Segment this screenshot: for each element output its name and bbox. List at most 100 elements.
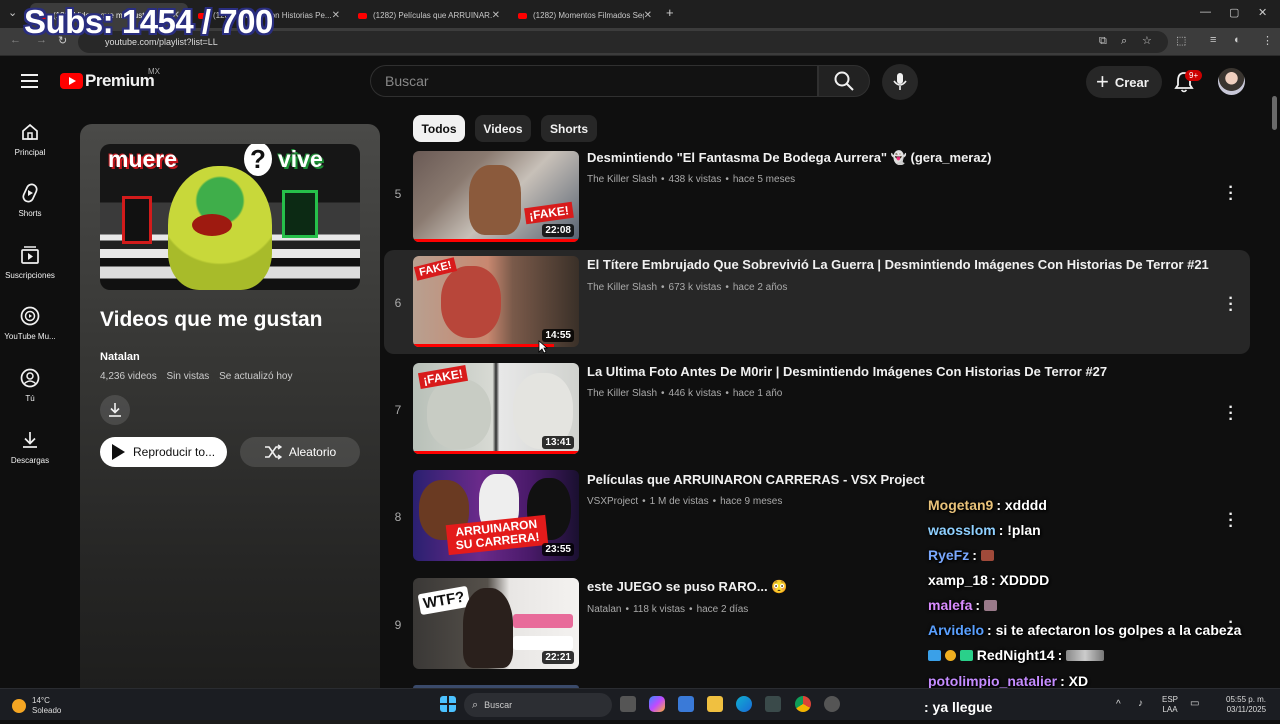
- chip-shorts[interactable]: Shorts: [541, 115, 597, 142]
- close-tab-icon[interactable]: ✕: [644, 10, 652, 21]
- more-options-icon[interactable]: · · ·: [1224, 291, 1238, 319]
- more-options-icon[interactable]: · · ·: [1224, 507, 1238, 535]
- shuffle-icon: [264, 444, 282, 460]
- sidebar-item-suscripciones[interactable]: Suscripciones: [0, 245, 60, 280]
- clock[interactable]: 05:55 p. m. 03/11/2025: [1226, 695, 1266, 715]
- shuffle-button[interactable]: Aleatorio: [240, 437, 360, 467]
- search-button[interactable]: [818, 65, 870, 97]
- video-title[interactable]: Películas que ARRUINARON CARRERAS - VSX …: [587, 472, 925, 487]
- sidebar-item-descargas[interactable]: Descargas: [0, 430, 60, 465]
- video-title[interactable]: La Ultima Foto Antes De M0rir | Desminti…: [587, 364, 1107, 379]
- obs-icon[interactable]: [824, 696, 840, 712]
- chat-text: : XDDDD: [990, 572, 1050, 588]
- more-options-icon[interactable]: · · ·: [1224, 180, 1238, 208]
- profile-icon[interactable]: ◐: [1234, 34, 1241, 46]
- play-all-button[interactable]: Reproducir to...: [100, 437, 227, 467]
- copilot-icon[interactable]: [649, 696, 665, 712]
- chat-username: RyeFz: [928, 547, 970, 563]
- video-row[interactable]: 6 FAKE! 14:55 El Títere Embrujado Que So…: [384, 250, 1250, 354]
- close-tab-icon[interactable]: ✕: [492, 10, 500, 21]
- mic-tray-icon[interactable]: ♪: [1138, 698, 1143, 709]
- channel-name[interactable]: The Killer Slash: [587, 388, 657, 399]
- chat-badge-icon: [944, 650, 956, 661]
- video-thumbnail[interactable]: FAKE! 14:55: [413, 256, 579, 347]
- playlist-download-button[interactable]: [100, 395, 130, 425]
- subs-counter-overlay: Subs: 1454 / 700: [24, 3, 273, 40]
- plus-icon: +: [1096, 69, 1109, 94]
- bookmark-star-icon[interactable]: ☆: [1142, 34, 1152, 47]
- chip-todos[interactable]: Todos: [413, 115, 465, 142]
- youtube-header: Premium MX + Crear 9+: [0, 56, 1280, 106]
- video-row[interactable]: 5 ¡FAKE! 22:08 Desmintiendo "El Fantasma…: [384, 149, 1250, 253]
- tray-chevron-icon[interactable]: ^: [1116, 699, 1121, 710]
- video-row[interactable]: 7 ¡FAKE! 13:41 La Ultima Foto Antes De M…: [384, 361, 1250, 465]
- youtube-premium-logo[interactable]: Premium MX: [60, 67, 160, 91]
- chrome-icon[interactable]: [795, 696, 811, 712]
- home-icon: [22, 123, 38, 140]
- video-row[interactable]: 8 ARRUINARON SU CARRERA! 23:55 Películas…: [384, 468, 1250, 572]
- video-thumbnail[interactable]: ¡FAKE! 22:08: [413, 151, 579, 242]
- video-title[interactable]: Desmintiendo "El Fantasma De Bodega Aurr…: [587, 150, 991, 166]
- taskbar-search[interactable]: ⌕ Buscar: [464, 693, 612, 717]
- menu-hamburger-icon[interactable]: [21, 73, 39, 89]
- store-icon[interactable]: [678, 696, 694, 712]
- page-scrollbar[interactable]: [1272, 96, 1277, 130]
- task-view-icon[interactable]: [620, 696, 636, 712]
- sidebar-item-tu[interactable]: Tú: [0, 368, 60, 403]
- edge-icon[interactable]: [736, 696, 752, 712]
- more-options-icon[interactable]: · · ·: [1224, 400, 1238, 428]
- sidebar-item-youtube-music[interactable]: YouTube Mu...: [0, 306, 60, 341]
- account-avatar[interactable]: [1218, 68, 1245, 95]
- channel-name[interactable]: Natalan: [587, 604, 621, 615]
- upload-age: hace 1 año: [732, 388, 783, 399]
- playlist-meta: 4,236 videos Sin vistas Se actualizó hoy: [100, 371, 299, 382]
- extensions-icon[interactable]: ⬚: [1176, 34, 1186, 47]
- reading-list-icon[interactable]: ≡: [1210, 34, 1216, 46]
- tab-search-icon[interactable]: ⌄: [8, 6, 17, 19]
- minimize-icon[interactable]: —: [1200, 6, 1211, 18]
- chat-username: RedNight14: [976, 647, 1055, 663]
- video-thumbnail[interactable]: ARRUINARON SU CARRERA! 23:55: [413, 470, 579, 561]
- play-icon: [112, 444, 125, 460]
- browser-menu-icon[interactable]: ⋮: [1262, 34, 1273, 47]
- close-window-icon[interactable]: ✕: [1258, 6, 1267, 19]
- video-title[interactable]: El Títere Embrujado Que Sobrevivió La Gu…: [587, 257, 1209, 272]
- weather-widget[interactable]: 14°C Soleado: [12, 696, 61, 716]
- video-duration: 22:08: [542, 224, 574, 237]
- windows-start-icon[interactable]: [440, 696, 456, 712]
- search-icon: ⌕: [472, 698, 479, 711]
- close-tab-icon[interactable]: ✕: [332, 10, 340, 21]
- language-indicator[interactable]: ESP LAA: [1162, 695, 1178, 715]
- sidebar-item-shorts[interactable]: Shorts: [0, 183, 60, 218]
- search-input[interactable]: [371, 66, 817, 96]
- thumb-puppet: [441, 266, 501, 338]
- playlist-owner[interactable]: Natalan: [100, 351, 140, 363]
- sidebar-item-principal[interactable]: Principal: [0, 122, 60, 157]
- video-thumbnail[interactable]: WTF? 22:21: [413, 578, 579, 669]
- row-index: 8: [394, 510, 402, 524]
- create-button[interactable]: + Crear: [1086, 66, 1162, 98]
- browser-tab-3[interactable]: (1282) Películas que ARRUINAR... ✕: [350, 3, 508, 28]
- cast-icon[interactable]: ⧉: [1099, 35, 1107, 48]
- file-explorer-icon[interactable]: [707, 696, 723, 712]
- video-thumbnail[interactable]: ¡FAKE! 13:41: [413, 363, 579, 454]
- playlist-cover-image[interactable]: muere ? vive: [100, 144, 360, 290]
- sun-icon: [12, 699, 26, 713]
- youtube-favicon-icon: [518, 12, 527, 19]
- app-icon[interactable]: [765, 696, 781, 712]
- video-meta: VSXProject • 1 M de vistas • hace 9 meses: [587, 496, 783, 507]
- zoom-icon[interactable]: ⌕: [1121, 35, 1127, 48]
- new-tab-button[interactable]: +: [666, 5, 674, 20]
- video-title[interactable]: este JUEGO se puso RARO... 😳: [587, 579, 787, 595]
- chat-message: RedNight14:: [928, 647, 1105, 663]
- network-icon[interactable]: ▭: [1190, 698, 1199, 709]
- voice-search-button[interactable]: [882, 64, 918, 100]
- maximize-icon[interactable]: ▢: [1229, 6, 1239, 19]
- cover-right-frame: [282, 190, 318, 238]
- chip-videos[interactable]: Videos: [475, 115, 531, 142]
- channel-name[interactable]: The Killer Slash: [587, 174, 657, 185]
- browser-tab-4[interactable]: (1282) Momentos Filmados Seg... ✕: [510, 3, 660, 28]
- channel-name[interactable]: VSXProject: [587, 496, 638, 507]
- channel-name[interactable]: The Killer Slash: [587, 282, 657, 293]
- back-icon[interactable]: ←: [10, 34, 21, 46]
